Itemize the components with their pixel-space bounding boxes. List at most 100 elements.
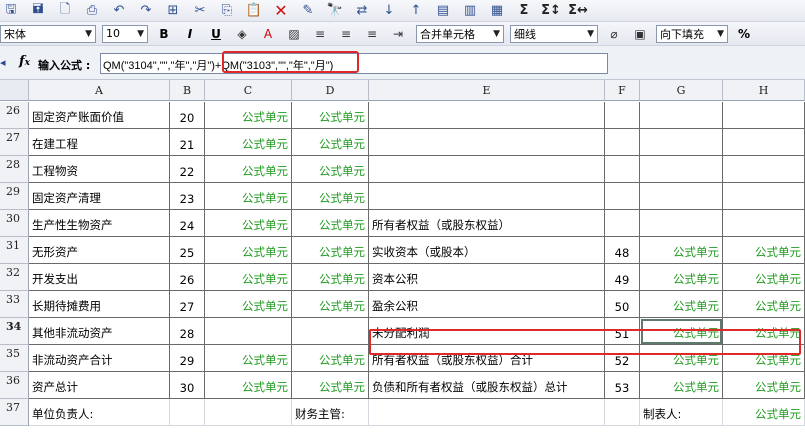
column-header-d[interactable]: D [292, 80, 369, 101]
save-icon[interactable]: 🖫 [0, 1, 22, 21]
cell-c34[interactable] [205, 318, 292, 345]
cell-b33[interactable]: 27 [170, 291, 205, 318]
column-header-h[interactable]: H [723, 80, 805, 101]
italic-button[interactable]: I [180, 25, 200, 43]
cell-g26[interactable] [640, 102, 723, 129]
cell-d26[interactable]: 公式单元 [292, 102, 369, 129]
cell-e32[interactable]: 资本公积 [369, 264, 605, 291]
cell-b30[interactable]: 24 [170, 210, 205, 237]
cell-d36[interactable]: 公式单元 [292, 372, 369, 399]
cell-h36[interactable]: 公式单元 [723, 372, 805, 399]
border-line-select[interactable]: 细线 ▼ [510, 24, 598, 43]
cell-a33[interactable]: 长期待摊费用 [29, 291, 170, 318]
cell-g33[interactable]: 公式单元 [640, 291, 723, 318]
sort-asc-icon[interactable]: ↓ [378, 1, 400, 21]
format-painter-icon[interactable]: ✎ [297, 1, 319, 21]
cell-h27[interactable] [723, 129, 805, 156]
print-preview-icon[interactable]: 🗋 [54, 1, 76, 21]
insert-col-icon[interactable]: ▥ [459, 1, 481, 21]
row-header[interactable]: 27 [0, 129, 29, 156]
cell-h37[interactable]: 公式单元 [723, 399, 805, 426]
cell-h32[interactable]: 公式单元 [723, 264, 805, 291]
cell-c36[interactable]: 公式单元 [205, 372, 292, 399]
row-header[interactable]: 37 [0, 399, 29, 426]
cell-c27[interactable]: 公式单元 [205, 129, 292, 156]
fill-color-icon[interactable]: ◈ [232, 25, 252, 43]
cell-a34[interactable]: 其他非流动资产 [29, 318, 170, 345]
cell-h30[interactable] [723, 210, 805, 237]
cell-b31[interactable]: 25 [170, 237, 205, 264]
copy-icon[interactable]: ⎘ [216, 1, 238, 21]
cell-b29[interactable]: 23 [170, 183, 205, 210]
cell-c26[interactable]: 公式单元 [205, 102, 292, 129]
cell-g29[interactable] [640, 183, 723, 210]
row-header[interactable]: 28 [0, 156, 29, 183]
cell-e29[interactable] [369, 183, 605, 210]
cell-h26[interactable] [723, 102, 805, 129]
cell-g32[interactable]: 公式单元 [640, 264, 723, 291]
cell-f35[interactable]: 52 [605, 345, 640, 372]
cell-d33[interactable]: 公式单元 [292, 291, 369, 318]
sum-row-icon[interactable]: Σ↕ [540, 1, 562, 21]
cell-c28[interactable]: 公式单元 [205, 156, 292, 183]
column-header-e[interactable]: E [369, 80, 605, 101]
cell-g28[interactable] [640, 156, 723, 183]
delete-icon[interactable]: ✕ [270, 1, 292, 21]
column-header-a[interactable]: A [29, 80, 170, 101]
cell-a29[interactable]: 固定资产清理 [29, 183, 170, 210]
cell-h33[interactable]: 公式单元 [723, 291, 805, 318]
cell-g34[interactable]: 公式单元 [640, 318, 723, 345]
cell-a35[interactable]: 非流动资产合计 [29, 345, 170, 372]
cell-c33[interactable]: 公式单元 [205, 291, 292, 318]
cell-d35[interactable]: 公式单元 [292, 345, 369, 372]
cell-e35[interactable]: 所有者权益（或股东权益）合计 [369, 345, 605, 372]
align-left-icon[interactable]: ≡ [310, 25, 330, 43]
row-header[interactable]: 35 [0, 345, 29, 372]
cell-b37[interactable] [170, 399, 205, 426]
cell-d31[interactable]: 公式单元 [292, 237, 369, 264]
cell-c37[interactable] [205, 399, 292, 426]
cell-g37[interactable]: 制表人: [640, 399, 723, 426]
font-name-select[interactable]: 宋体 ▼ [0, 24, 96, 43]
bold-button[interactable]: B [154, 25, 174, 43]
eraser-icon[interactable]: ⌀ [604, 25, 624, 43]
cell-c30[interactable]: 公式单元 [205, 210, 292, 237]
cell-b27[interactable]: 21 [170, 129, 205, 156]
paste-icon[interactable]: 📋 [243, 1, 265, 21]
cell-b32[interactable]: 26 [170, 264, 205, 291]
select-all-corner[interactable] [0, 80, 29, 101]
cell-e31[interactable]: 实收资本（或股本） [369, 237, 605, 264]
cell-f32[interactable]: 49 [605, 264, 640, 291]
cell-b35[interactable]: 29 [170, 345, 205, 372]
cell-a28[interactable]: 工程物资 [29, 156, 170, 183]
find-icon[interactable]: 🔭 [324, 1, 346, 21]
cell-b28[interactable]: 22 [170, 156, 205, 183]
row-header[interactable]: 26 [0, 102, 29, 129]
row-header[interactable]: 34 [0, 318, 29, 345]
row-header[interactable]: 30 [0, 210, 29, 237]
cell-a36[interactable]: 资产总计 [29, 372, 170, 399]
cell-c31[interactable]: 公式单元 [205, 237, 292, 264]
cell-d27[interactable]: 公式单元 [292, 129, 369, 156]
cut-icon[interactable]: ✂ [189, 1, 211, 21]
cell-g30[interactable] [640, 210, 723, 237]
undo-icon[interactable]: ↶ [108, 1, 130, 21]
cell-a26[interactable]: 固定资产账面价值 [29, 102, 170, 129]
cell-h29[interactable] [723, 183, 805, 210]
cell-e28[interactable] [369, 156, 605, 183]
column-header-g[interactable]: G [640, 80, 723, 101]
close-formula-icon[interactable]: ◂ [0, 56, 6, 69]
cell-e37[interactable] [369, 399, 605, 426]
percent-button[interactable]: % [734, 25, 754, 43]
sum-col-icon[interactable]: Σ↔ [567, 1, 589, 21]
border-style-icon[interactable]: ▨ [284, 25, 304, 43]
cell-g27[interactable] [640, 129, 723, 156]
cell-c32[interactable]: 公式单元 [205, 264, 292, 291]
cell-e27[interactable] [369, 129, 605, 156]
font-color-icon[interactable]: A [258, 25, 278, 43]
cell-h28[interactable] [723, 156, 805, 183]
cell-h35[interactable]: 公式单元 [723, 345, 805, 372]
print-icon[interactable]: ⎙ [81, 1, 103, 21]
select-all-icon[interactable]: ⊞ [162, 1, 184, 21]
cell-a37[interactable]: 单位负责人: [29, 399, 170, 426]
